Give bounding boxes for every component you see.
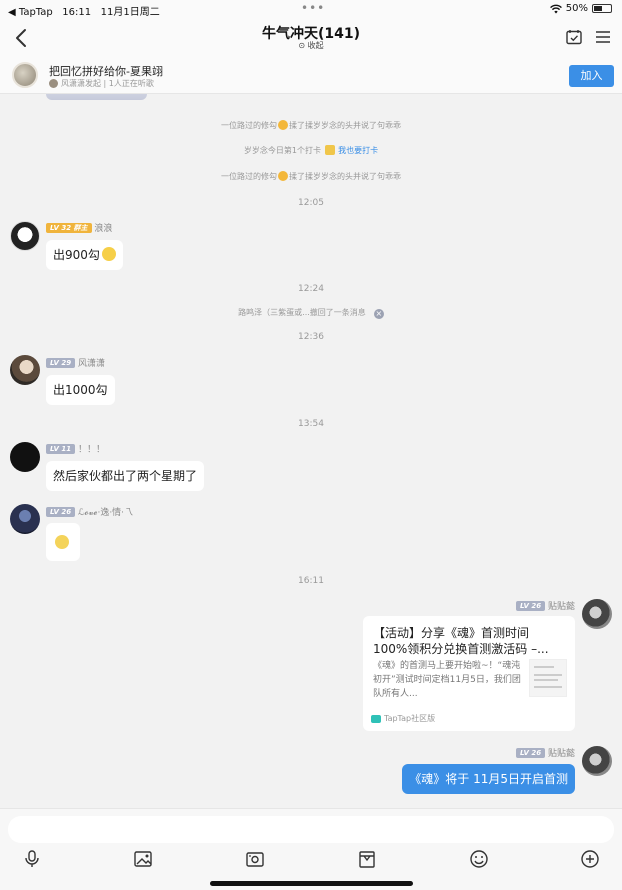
checkin-trophy-icon bbox=[324, 145, 335, 155]
timestamp: 12:05 bbox=[298, 198, 324, 208]
sender-info: LV 26 贴贴懿 bbox=[516, 599, 575, 612]
battery-fill bbox=[594, 6, 602, 11]
system-text: 一位路过的修勾 bbox=[221, 121, 277, 130]
system-text: 岁岁念今日第1个打卡 bbox=[243, 146, 321, 155]
host-avatar bbox=[49, 79, 58, 88]
message-input[interactable] bbox=[8, 816, 614, 843]
add-icon[interactable] bbox=[580, 849, 600, 869]
dog-emoji-icon bbox=[278, 171, 288, 181]
system-message: 岁岁念今日第1个打卡 我也要打卡 bbox=[0, 145, 622, 156]
grinning-emoji-icon bbox=[101, 247, 116, 261]
wifi-icon bbox=[549, 4, 562, 13]
timestamp: 12:36 bbox=[298, 332, 324, 342]
level-badge: LV 26 bbox=[516, 601, 546, 611]
battery-percent: 50% bbox=[565, 3, 588, 14]
image-message-partial[interactable] bbox=[46, 94, 147, 100]
sender-name: ！！！ bbox=[77, 445, 105, 455]
card-description: 《魂》的首测马上要开始啦~！“魂沌初开”测试时间定档11月5日，我们团队所有人.… bbox=[373, 661, 521, 699]
card-title: 【活动】分享《魂》首测时间100%领积分兑换首测激活码 –... bbox=[373, 626, 549, 656]
home-indicator[interactable] bbox=[210, 881, 413, 886]
taptap-logo-icon bbox=[371, 714, 381, 723]
party-avatar[interactable] bbox=[12, 62, 38, 88]
avatar[interactable] bbox=[10, 504, 40, 534]
avatar[interactable] bbox=[10, 442, 40, 472]
listening-party-bar: 把回忆拼好给你-夏果翊 风潇潇发起 | 1人正在听歌 加入 bbox=[0, 58, 622, 94]
party-meta: 风潇潇发起 | 1人正在听歌 bbox=[49, 78, 154, 89]
chat-scroll-area[interactable]: 一位路过的修勾 揉了揉岁岁念的头并说了句乖乖 岁岁念今日第1个打卡 我也要打卡 一… bbox=[0, 94, 622, 808]
composer-bar bbox=[0, 808, 622, 890]
status-time: 16:11 bbox=[62, 7, 92, 18]
system-message: 一位路过的修勾 揉了揉岁岁念的头并说了句乖乖 bbox=[0, 171, 622, 182]
card-source: TapTap社区版 bbox=[371, 713, 435, 724]
microphone-icon[interactable] bbox=[22, 849, 42, 869]
status-date: 11月1日周二 bbox=[100, 7, 160, 18]
collapse-toggle[interactable]: ⊙ 收起 bbox=[0, 40, 622, 51]
close-icon[interactable]: × bbox=[373, 309, 384, 319]
sender-name: 风潇潇 bbox=[77, 359, 105, 369]
sender-info: LV 11 ！！！ bbox=[46, 442, 105, 455]
recall-notice: 路鸣泽（三紫蛋或...撤回了一条消息 × bbox=[0, 307, 622, 319]
sticker-message[interactable] bbox=[46, 523, 80, 561]
system-text: 揉了揉岁岁念的头并说了句乖乖 bbox=[289, 172, 401, 181]
level-badge: LV 11 bbox=[46, 444, 76, 454]
image-icon[interactable] bbox=[133, 849, 153, 869]
level-badge: LV 26 bbox=[46, 507, 76, 517]
message-bubble[interactable]: 出900勾 bbox=[46, 240, 123, 270]
collapse-icon: ⊙ bbox=[298, 41, 306, 50]
sender-info: LV 29 风潇潇 bbox=[46, 356, 105, 369]
sender-name: ℒ𝓸𝓿𝓮·逸·情·乁 bbox=[77, 508, 134, 518]
menu-icon[interactable] bbox=[594, 28, 612, 46]
owner-badge: 群主 bbox=[73, 224, 88, 232]
level-text: LV 32 bbox=[50, 224, 72, 232]
party-song-name: 把回忆拼好给你-夏果翊 bbox=[49, 65, 163, 78]
recall-text: 路鸣泽（三紫蛋或...撤回了一条消息 bbox=[238, 308, 366, 317]
collapse-label: 收起 bbox=[307, 41, 324, 50]
status-bar: ◀ TapTap 16:11 11月1日周二 ••• 50% bbox=[0, 0, 622, 18]
avatar[interactable] bbox=[10, 221, 40, 251]
message-text: 然后家伙都出了两个星期了 bbox=[53, 469, 198, 483]
dog-emoji-icon bbox=[278, 120, 288, 130]
system-message: 一位路过的修勾 揉了揉岁岁念的头并说了句乖乖 bbox=[0, 120, 622, 131]
join-button[interactable]: 加入 bbox=[569, 65, 614, 87]
level-badge: LV 32 群主 bbox=[46, 223, 92, 233]
level-badge: LV 29 bbox=[46, 358, 76, 368]
card-source-text: TapTap社区版 bbox=[384, 714, 436, 723]
avatar[interactable] bbox=[10, 355, 40, 385]
message-text: 出1000勾 bbox=[53, 383, 108, 397]
chat-header: 牛气冲天(141) ⊙ 收起 bbox=[0, 18, 622, 58]
calendar-check-icon[interactable] bbox=[565, 28, 583, 46]
sender-name: 贴贴懿 bbox=[547, 602, 575, 612]
card-thumbnail bbox=[529, 659, 567, 697]
multitask-dots[interactable]: ••• bbox=[301, 1, 325, 15]
sender-name: 浪浪 bbox=[94, 224, 113, 234]
message-text: 《魂》将于 11月5日开启首测 bbox=[409, 772, 568, 786]
timestamp: 16:11 bbox=[298, 576, 324, 586]
message-bubble[interactable]: 出1000勾 bbox=[46, 375, 115, 405]
status-left: ◀ TapTap 16:11 11月1日周二 bbox=[8, 3, 160, 18]
party-meta-text: 风潇潇发起 | 1人正在听歌 bbox=[61, 79, 154, 88]
checkin-link[interactable]: 我也要打卡 bbox=[338, 146, 378, 155]
battery-icon bbox=[592, 4, 612, 13]
sender-name: 贴贴懿 bbox=[547, 749, 575, 759]
sender-info: LV 32 群主 浪浪 bbox=[46, 221, 112, 234]
timestamp: 13:54 bbox=[298, 419, 324, 429]
message-bubble[interactable]: 然后家伙都出了两个星期了 bbox=[46, 461, 205, 491]
link-card[interactable]: 【活动】分享《魂》首测时间100%领积分兑换首测激活码 –... 《魂》的首测马… bbox=[363, 616, 575, 731]
level-badge: LV 26 bbox=[516, 748, 546, 758]
system-text: 一位路过的修勾 bbox=[221, 172, 277, 181]
sender-info: LV 26 ℒ𝓸𝓿𝓮·逸·情·乁 bbox=[46, 505, 133, 518]
back-to-app-link[interactable]: ◀ TapTap bbox=[8, 7, 53, 18]
sender-info: LV 26 贴贴懿 bbox=[516, 746, 575, 759]
message-text: 出900勾 bbox=[53, 248, 100, 262]
status-right: 50% bbox=[549, 3, 612, 14]
avatar[interactable] bbox=[582, 746, 612, 776]
emoji-icon[interactable] bbox=[469, 849, 489, 869]
photo-icon[interactable] bbox=[245, 849, 265, 869]
avatar[interactable] bbox=[582, 599, 612, 629]
sticker-emoji-icon bbox=[55, 535, 69, 549]
gift-box-icon[interactable] bbox=[357, 849, 377, 869]
message-bubble[interactable]: 《魂》将于 11月5日开启首测 bbox=[402, 764, 575, 794]
timestamp: 12:24 bbox=[298, 284, 324, 294]
system-text: 揉了揉岁岁念的头并说了句乖乖 bbox=[289, 121, 401, 130]
